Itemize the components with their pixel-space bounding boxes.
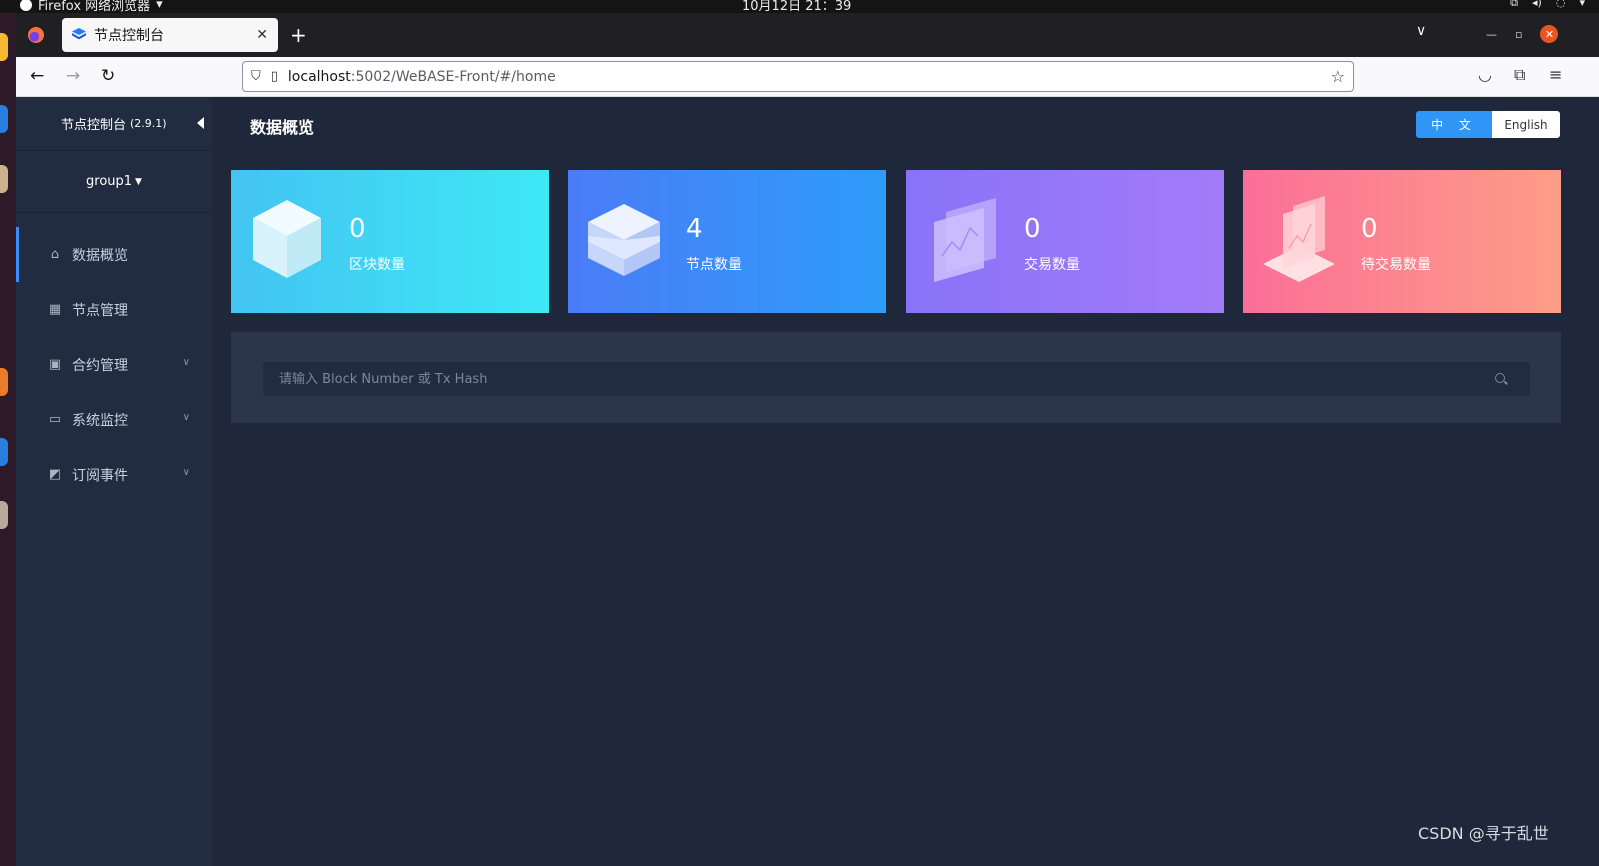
sidebar-menu: ⌂ 数据概览 ▦ 节点管理 ▣ 合约管理 ∨ ▭ 系统监控 ∨ ◩ 订阅事件 ∨: [16, 227, 212, 502]
url-path: :5002/WeBASE-Front/#/home: [350, 68, 556, 85]
browser-tab[interactable]: 节点控制台 ✕: [62, 18, 278, 52]
stat-label: 节点数量: [686, 257, 742, 273]
browser-tab-bar: 节点控制台 ✕ + ∨ — ▫ ✕: [16, 13, 1599, 57]
sidebar-item-node-management[interactable]: ▦ 节点管理: [16, 282, 212, 337]
sidebar-item-subscribe-events[interactable]: ◩ 订阅事件 ∨: [16, 447, 212, 502]
os-app-name: Firefox 网络浏览器: [38, 0, 151, 13]
os-system-tray[interactable]: ⧉ ◂) ◌ ▾: [1510, 0, 1585, 10]
sidebar-item-overview[interactable]: ⌂ 数据概览: [16, 227, 212, 282]
chevron-down-icon: ∨: [182, 357, 190, 368]
caret-down-icon: ▼: [135, 176, 142, 187]
sidebar-item-contract-management[interactable]: ▣ 合约管理 ∨: [16, 337, 212, 392]
sidebar-item-label: 系统监控: [72, 412, 128, 429]
page-title: 数据概览: [250, 118, 315, 137]
dock-app-icon[interactable]: [0, 105, 8, 133]
url-host: localhost: [287, 68, 351, 85]
group-label: group1: [86, 174, 133, 189]
maximize-button[interactable]: ▫: [1515, 28, 1522, 41]
ubuntu-dock: [0, 13, 16, 866]
os-clock[interactable]: 10月12日 21：39: [742, 0, 851, 13]
transaction-chart-icon: [934, 198, 996, 282]
stat-card-nodes: 4 节点数量: [568, 170, 886, 313]
stat-card-blocks: 0 区块数量: [231, 170, 549, 313]
dock-app-icon[interactable]: [0, 501, 8, 529]
calendar-icon: ▦: [48, 302, 62, 317]
page-icon: ▯: [270, 69, 278, 84]
dock-app-icon[interactable]: [0, 165, 8, 193]
close-icon[interactable]: ✕: [256, 27, 268, 43]
dock-app-icon[interactable]: [0, 438, 8, 466]
search-box: [263, 362, 1530, 396]
reload-button[interactable]: ↻: [101, 66, 115, 86]
main-content: 数据概览 中 文 English 0 区块数量 4 节点数量 0 交易数量 0 …: [212, 97, 1599, 866]
bookmark-star-icon[interactable]: ☆: [1331, 67, 1345, 86]
volume-icon: ◂): [1532, 0, 1542, 9]
brand-title: 节点控制台: [61, 118, 127, 133]
stat-label: 待交易数量: [1361, 257, 1431, 273]
pending-transaction-icon: [1263, 196, 1335, 282]
power-icon: ◌: [1555, 0, 1566, 9]
stat-card-pending-transactions: 0 待交易数量: [1243, 170, 1561, 313]
watermark: CSDN @寻于乱世: [1418, 824, 1549, 843]
sidebar-brand: 节点控制台 (2.9.1): [16, 97, 212, 151]
dock-app-icon[interactable]: [0, 368, 8, 396]
chevron-down-icon: ▾: [156, 0, 163, 12]
sidebar-item-label: 节点管理: [72, 302, 128, 319]
server-icon: [588, 204, 660, 276]
url-bar[interactable]: ⛉ ▯ localhost :5002/WeBASE-Front/#/home …: [242, 61, 1354, 92]
firefox-indicator-icon: [20, 0, 32, 11]
rss-icon: ◩: [48, 467, 62, 482]
chevron-down-icon: ∨: [182, 467, 190, 478]
chevron-down-icon: ∨: [182, 412, 190, 423]
window-controls: — ▫ ✕: [1486, 25, 1559, 43]
firefox-logo-icon: [28, 27, 44, 43]
os-top-bar: Firefox 网络浏览器 ▾ 10月12日 21：39 ⧉ ◂) ◌ ▾: [0, 0, 1599, 13]
pocket-icon[interactable]: ◡: [1478, 65, 1492, 84]
home-icon: ⌂: [50, 247, 60, 262]
search-panel: [231, 332, 1561, 423]
sidebar-item-label: 订阅事件: [72, 467, 128, 484]
menu-icon[interactable]: ≡: [1549, 65, 1562, 84]
new-tab-button[interactable]: +: [290, 23, 307, 47]
sidebar: 节点控制台 (2.9.1) group1 ▼ ⌂ 数据概览 ▦ 节点管理 ▣ 合…: [16, 97, 212, 866]
list-tabs-button[interactable]: ∨: [1416, 23, 1426, 39]
tab-title: 节点控制台: [94, 28, 164, 44]
collapse-sidebar-icon[interactable]: [197, 117, 204, 129]
network-icon: ⧉: [1510, 0, 1519, 9]
lang-zh-button[interactable]: 中 文: [1416, 111, 1492, 138]
stat-value: 0: [349, 214, 366, 244]
dock-app-icon[interactable]: [0, 33, 8, 61]
clipboard-icon: ▣: [48, 357, 62, 372]
sidebar-item-label: 数据概览: [72, 247, 128, 264]
language-switch: 中 文 English: [1416, 111, 1560, 138]
monitor-icon: ▭: [48, 412, 62, 427]
browser-nav-bar: ← → ↻ ⛉ ▯ localhost :5002/WeBASE-Front/#…: [16, 57, 1599, 97]
search-input[interactable]: [279, 371, 1494, 387]
cube-icon: [253, 200, 321, 278]
stat-value: 0: [1024, 214, 1041, 244]
stat-value: 4: [686, 214, 703, 244]
lang-en-button[interactable]: English: [1492, 111, 1560, 138]
search-icon[interactable]: [1494, 372, 1508, 386]
stat-label: 交易数量: [1024, 257, 1080, 273]
sidebar-item-system-monitor[interactable]: ▭ 系统监控 ∨: [16, 392, 212, 447]
chevron-down-icon: ▾: [1579, 0, 1585, 9]
close-window-button[interactable]: ✕: [1540, 25, 1559, 43]
stat-label: 区块数量: [349, 257, 405, 273]
shield-icon[interactable]: ⛉: [251, 69, 261, 84]
stat-card-transactions: 0 交易数量: [906, 170, 1224, 313]
extensions-icon[interactable]: ⧉: [1514, 65, 1525, 85]
forward-button[interactable]: →: [66, 66, 80, 86]
back-button[interactable]: ←: [30, 66, 44, 86]
stat-value: 0: [1361, 214, 1378, 244]
group-selector[interactable]: group1 ▼: [16, 151, 212, 213]
os-app-menu[interactable]: Firefox 网络浏览器 ▾: [20, 0, 163, 13]
minimize-button[interactable]: —: [1486, 28, 1497, 41]
brand-version: (2.9.1): [130, 117, 167, 130]
sidebar-item-label: 合约管理: [72, 357, 128, 374]
